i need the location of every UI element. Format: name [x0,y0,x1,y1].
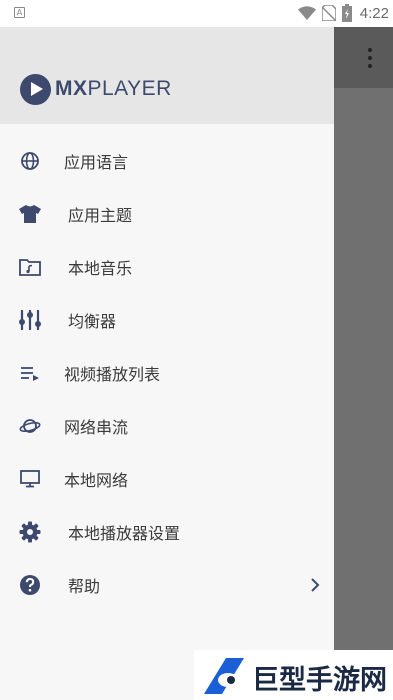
app-toolbar [334,27,393,88]
navigation-drawer: MX PLAYER 应用语言 应用主题 本地音乐 均衡器 视频播放列表 网络串流… [0,27,334,700]
notification-icon: A [14,7,25,18]
overflow-menu-icon[interactable] [367,48,373,68]
watermark-logo-icon [204,658,244,694]
playlist-icon [18,361,42,385]
menu-item-label: 本地播放器设置 [68,523,181,543]
menu-item-label: 本地网络 [64,470,129,490]
no-sim-icon [321,5,336,21]
menu-item-label: 应用语言 [64,152,129,172]
menu-item-equalizer[interactable]: 均衡器 [0,293,334,346]
menu-item-label: 视频播放列表 [64,364,161,384]
mx-player-logo: MX PLAYER [20,73,172,105]
globe-icon [18,149,42,173]
logo-player-text: PLAYER [87,77,172,100]
menu-item-label: 应用主题 [68,205,133,225]
help-icon [18,573,42,597]
watermark: 巨型手游网 [194,650,393,700]
logo-mx-text: MX [55,77,88,100]
clock: 4:22 [359,4,389,22]
drawer-header: MX PLAYER [0,27,334,124]
menu-item-local-player-settings[interactable]: 本地播放器设置 [0,505,334,558]
menu-item-label: 本地音乐 [68,258,133,278]
menu-item-local-network[interactable]: 本地网络 [0,452,334,505]
system-icons: 4:22 [297,3,389,23]
drawer-menu: 应用语言 应用主题 本地音乐 均衡器 视频播放列表 网络串流 本地网络 本地播放… [0,134,334,611]
monitor-icon [18,467,42,491]
equalizer-icon [18,308,42,332]
menu-item-app-theme[interactable]: 应用主题 [0,187,334,240]
battery-charging-icon [341,4,352,22]
menu-item-label: 帮助 [68,576,101,596]
play-logo-icon [20,73,51,105]
watermark-text: 巨型手游网 [252,665,387,696]
music-folder-icon [18,255,42,279]
menu-item-label: 网络串流 [64,417,129,437]
menu-item-help[interactable]: 帮助 [0,558,334,611]
menu-item-app-language[interactable]: 应用语言 [0,134,334,187]
status-bar: A 4:22 [0,0,393,27]
menu-item-label: 均衡器 [68,311,117,331]
chevron-right-icon [311,578,320,592]
menu-item-local-music[interactable]: 本地音乐 [0,240,334,293]
menu-item-video-playlist[interactable]: 视频播放列表 [0,346,334,399]
drawer-scrim[interactable] [334,88,393,700]
network-stream-icon [18,414,42,438]
wifi-icon [297,6,316,20]
tshirt-icon [18,202,42,226]
menu-item-network-stream[interactable]: 网络串流 [0,399,334,452]
gear-icon [18,520,42,544]
